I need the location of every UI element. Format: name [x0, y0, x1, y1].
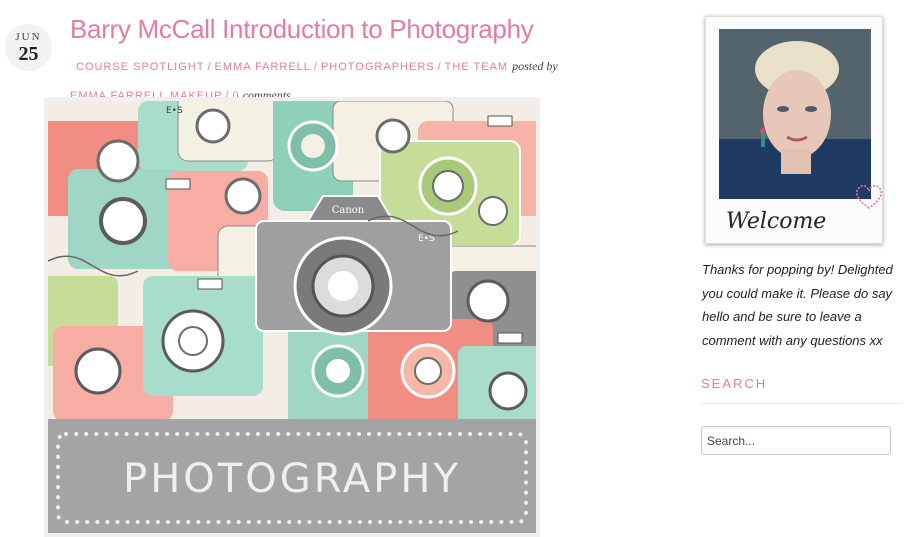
author-photo [719, 29, 871, 199]
widget-divider [701, 403, 901, 404]
featured-image[interactable]: Canon E•S E•S PHOTOGRAPHY [44, 97, 540, 537]
category-link-emma-farrell[interactable]: EMMA FARRELL [215, 61, 311, 73]
category-link-the-team[interactable]: THE TEAM [445, 61, 508, 73]
category-separator: / [313, 61, 318, 73]
welcome-caption: Welcome [726, 209, 827, 234]
photography-illustration: Canon E•S E•S PHOTOGRAPHY [48, 101, 536, 533]
camera-brand-es-left: E•S [166, 106, 183, 116]
welcome-text: Thanks for popping by! Delighted you cou… [702, 262, 893, 348]
welcome-polaroid: Welcome [705, 16, 883, 244]
camera-brand-canon: Canon [332, 205, 365, 216]
category-link-photographers[interactable]: PHOTOGRAPHERS [321, 61, 435, 73]
category-separator: / [207, 61, 212, 73]
banner-title: PHOTOGRAPHY [123, 456, 461, 502]
post-title[interactable]: Barry McCall Introduction to Photography [70, 14, 534, 45]
post-date-badge: JUN 25 [5, 24, 52, 71]
post-date-day: 25 [18, 43, 39, 65]
search-input[interactable] [701, 426, 891, 455]
search-widget-title: SEARCH [701, 376, 768, 391]
post-date-month: JUN [15, 31, 42, 43]
heart-icon [855, 184, 883, 209]
category-link-course-spotlight[interactable]: COURSE SPOTLIGHT [76, 61, 204, 73]
posted-by-label: posted by [512, 59, 558, 73]
category-separator: / [437, 61, 442, 73]
